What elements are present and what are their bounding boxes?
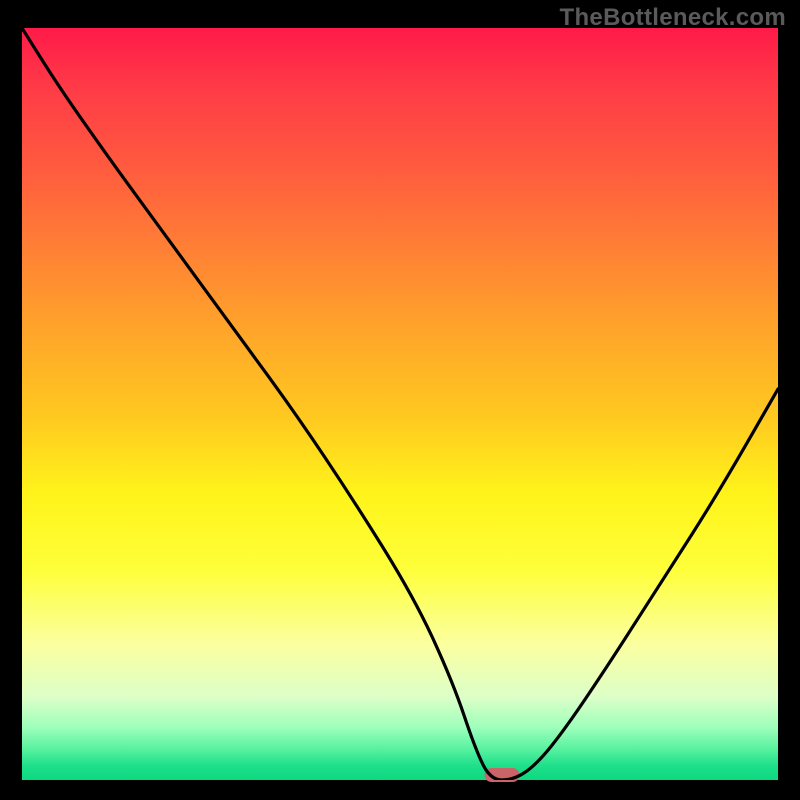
watermark-text: TheBottleneck.com [560,4,786,32]
plot-area [22,28,778,780]
curve-path [22,28,778,780]
chart-frame: TheBottleneck.com [0,0,800,800]
bottleneck-curve [22,28,778,780]
